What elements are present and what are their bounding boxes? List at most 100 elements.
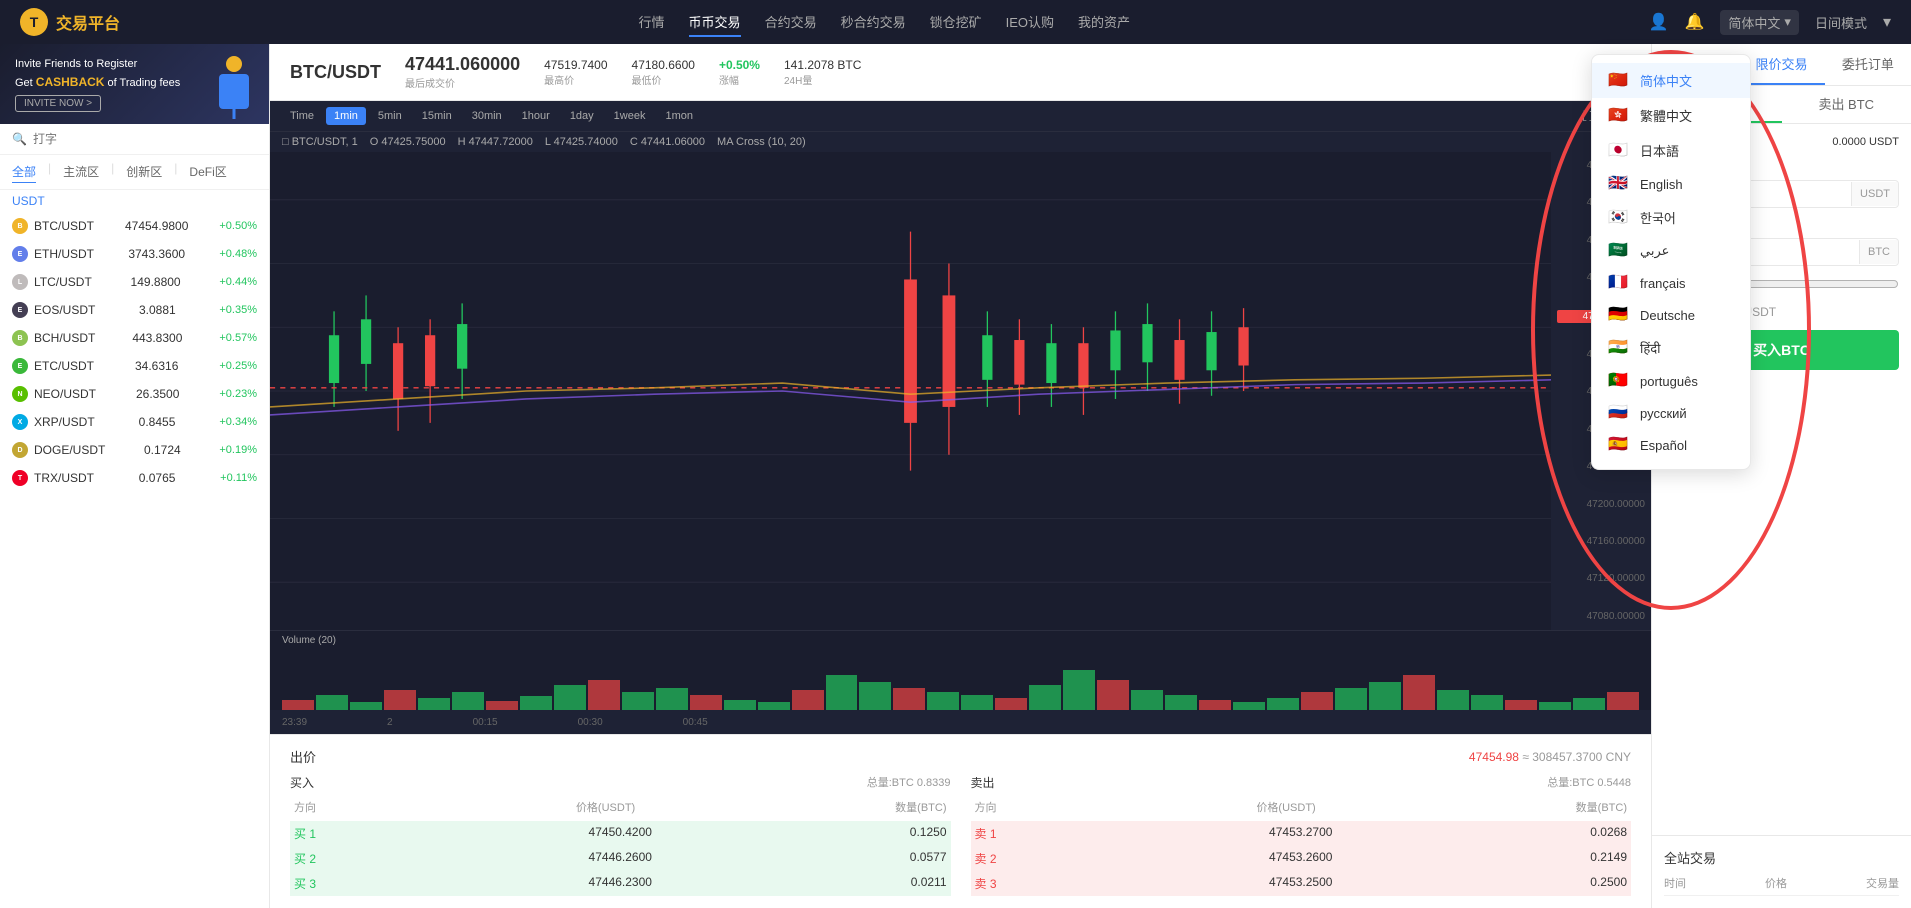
language-selector[interactable]: 简体中文 ▾ (1720, 10, 1799, 35)
list-item[interactable]: T TRX/USDT 0.0765 +0.11% (0, 464, 269, 492)
list-item[interactable]: B BCH/USDT 443.8300 +0.57% (0, 324, 269, 352)
ob-cny: ≈ 308457.3700 CNY (1522, 750, 1631, 764)
last-price-label: 最后成交价 (405, 75, 520, 90)
nav-item-币币交易[interactable]: 币币交易 (689, 8, 741, 37)
fullsite-col: 交易量 (1866, 875, 1899, 891)
invite-banner[interactable]: Invite Friends to Register Get CASHBACK … (0, 44, 269, 124)
list-item[interactable]: E EOS/USDT 3.0881 +0.35% (0, 296, 269, 324)
user-icon[interactable]: 👤 (1649, 12, 1669, 32)
language-option-Español[interactable]: 🇪🇸 Español (1592, 429, 1750, 461)
coin-price: 34.6316 (135, 359, 178, 373)
volume-bar (1029, 685, 1061, 710)
coin-price: 149.8800 (131, 275, 181, 289)
nav-item-锁仓挖矿[interactable]: 锁仓挖矿 (930, 8, 982, 37)
time-label: 23:39 (282, 717, 307, 728)
banner-line1: Invite Friends to Register (15, 56, 180, 73)
list-item[interactable]: E ETH/USDT 3743.3600 +0.48% (0, 240, 269, 268)
nav-item-合约交易[interactable]: 合约交易 (765, 8, 817, 37)
table-row[interactable]: 买 2 47446.2600 0.0577 (290, 846, 951, 871)
language-option-繁體中文[interactable]: 🇭🇰 繁體中文 (1592, 98, 1750, 133)
timeframe-btn-1mon[interactable]: 1mon (657, 107, 701, 125)
language-option-简体中文[interactable]: 🇨🇳 简体中文 (1592, 63, 1750, 98)
list-item[interactable]: L LTC/USDT 149.8800 +0.44% (0, 268, 269, 296)
list-item[interactable]: N NEO/USDT 26.3500 +0.23% (0, 380, 269, 408)
table-row[interactable]: 买 3 47446.2300 0.0211 (290, 871, 951, 896)
volume-bar (792, 690, 824, 710)
table-row[interactable]: 卖 3 47453.2500 0.2500 (971, 871, 1632, 896)
list-item[interactable]: X XRP/USDT 0.8455 +0.34% (0, 408, 269, 436)
coin-price: 3.0881 (139, 303, 176, 317)
sidebar-tab-DeFi区[interactable]: DeFi区 (189, 161, 226, 183)
ob-dir: 卖 3 (975, 875, 1193, 892)
volume-bar (1403, 675, 1435, 710)
language-option-Deutsche[interactable]: 🇩🇪 Deutsche (1592, 299, 1750, 331)
timeframe-btn-1day[interactable]: 1day (562, 107, 602, 125)
language-option-हिंदी[interactable]: 🇮🇳 हिंदी (1592, 331, 1750, 365)
timeframe-btn-Time[interactable]: Time (282, 107, 322, 125)
timeframe-btn-5min[interactable]: 5min (370, 107, 410, 125)
invite-button[interactable]: INVITE NOW > (15, 95, 101, 112)
ohlc-info: □ BTC/USDT, 1 O 47425.75000 H 47447.7200… (270, 132, 1651, 152)
search-bar[interactable]: 🔍 (0, 124, 269, 155)
sidebar-tab-全部[interactable]: 全部 (12, 161, 36, 183)
chevron-down-icon-mode[interactable]: ▾ (1883, 12, 1891, 32)
buy-total: 总量:BTC 0.8339 (867, 774, 951, 795)
buy-qty-unit: BTC (1859, 240, 1898, 264)
mode-toggle[interactable]: 日间模式 (1815, 13, 1867, 32)
ticker-low: 47180.6600 最低价 (632, 58, 695, 87)
flag-icon: 🇫🇷 (1608, 275, 1630, 291)
nav-item-IEO认购[interactable]: IEO认购 (1006, 8, 1054, 37)
sidebar-tab-创新区[interactable]: 创新区 (126, 161, 162, 183)
col-qty-sell: 数量(BTC) (1576, 799, 1627, 815)
trade-tab-委托订单[interactable]: 委托订单 (1825, 44, 1911, 85)
lang-label: 한국어 (1640, 208, 1676, 227)
language-option-عربي[interactable]: 🇸🇦 عربي (1592, 235, 1750, 267)
logo[interactable]: T 交易平台 (20, 8, 120, 36)
timeframe-btn-1hour[interactable]: 1hour (514, 107, 558, 125)
timeframe-btn-1week[interactable]: 1week (606, 107, 654, 125)
table-row[interactable]: 卖 2 47453.2600 0.2149 (971, 846, 1632, 871)
timeframe-btn-1min[interactable]: 1min (326, 107, 366, 125)
coin-icon-bch: B (12, 330, 28, 346)
nav-item-行情[interactable]: 行情 (639, 8, 665, 37)
table-row[interactable]: 买 1 47450.4200 0.1250 (290, 821, 951, 846)
timeframe-btn-30min[interactable]: 30min (464, 107, 510, 125)
flag-icon: 🇷🇺 (1608, 405, 1630, 421)
coin-name: BTC/USDT (34, 219, 94, 233)
language-option-русский[interactable]: 🇷🇺 русский (1592, 397, 1750, 429)
search-input[interactable] (33, 132, 257, 146)
coin-info: E ETC/USDT (12, 358, 94, 374)
language-option-한국어[interactable]: 🇰🇷 한국어 (1592, 200, 1750, 235)
volume-bar (554, 685, 586, 710)
language-option-English[interactable]: 🇬🇧 English (1592, 168, 1750, 200)
timeframe-btn-15min[interactable]: 15min (414, 107, 460, 125)
market-tabs: 全部|主流区|创新区|DeFi区 (0, 155, 269, 190)
volume-bar (622, 692, 654, 710)
list-item[interactable]: D DOGE/USDT 0.1724 +0.19% (0, 436, 269, 464)
ob-price: 47453.2600 (1192, 850, 1410, 867)
ob-price: 47453.2700 (1192, 825, 1410, 842)
nav-item-我的资产[interactable]: 我的资产 (1078, 8, 1130, 37)
coin-price: 3743.3600 (128, 247, 185, 261)
volume-bar (1505, 700, 1537, 710)
bell-icon[interactable]: 🔔 (1684, 12, 1704, 32)
language-option-日本語[interactable]: 🇯🇵 日本語 (1592, 133, 1750, 168)
table-row[interactable]: 卖 1 47453.2700 0.0268 (971, 821, 1632, 846)
volume-bar (961, 695, 993, 710)
time-label: 00:30 (578, 717, 603, 728)
candlestick-chart[interactable]: 47580.0000047520.0000047480.0000047440.0… (270, 152, 1651, 630)
sidebar-tab-主流区[interactable]: 主流区 (63, 161, 99, 183)
language-option-português[interactable]: 🇵🇹 português (1592, 365, 1750, 397)
ob-qty: 0.0211 (729, 875, 947, 892)
language-option-français[interactable]: 🇫🇷 français (1592, 267, 1750, 299)
coin-icon-ltc: L (12, 274, 28, 290)
nav-item-秒合约交易[interactable]: 秒合约交易 (841, 8, 906, 37)
sell-tab[interactable]: 卖出 BTC (1782, 86, 1911, 123)
trade-tab-限价交易[interactable]: 限价交易 (1738, 44, 1824, 85)
col-dir-sell: 方向 (975, 799, 997, 815)
timeframe-bar: Time1min5min15min30min1hour1day1week1mon… (270, 101, 1651, 132)
ob-qty: 0.0577 (729, 850, 947, 867)
list-item[interactable]: B BTC/USDT 47454.9800 +0.50% (0, 212, 269, 240)
high-label: 最高价 (544, 72, 607, 87)
list-item[interactable]: E ETC/USDT 34.6316 +0.25% (0, 352, 269, 380)
